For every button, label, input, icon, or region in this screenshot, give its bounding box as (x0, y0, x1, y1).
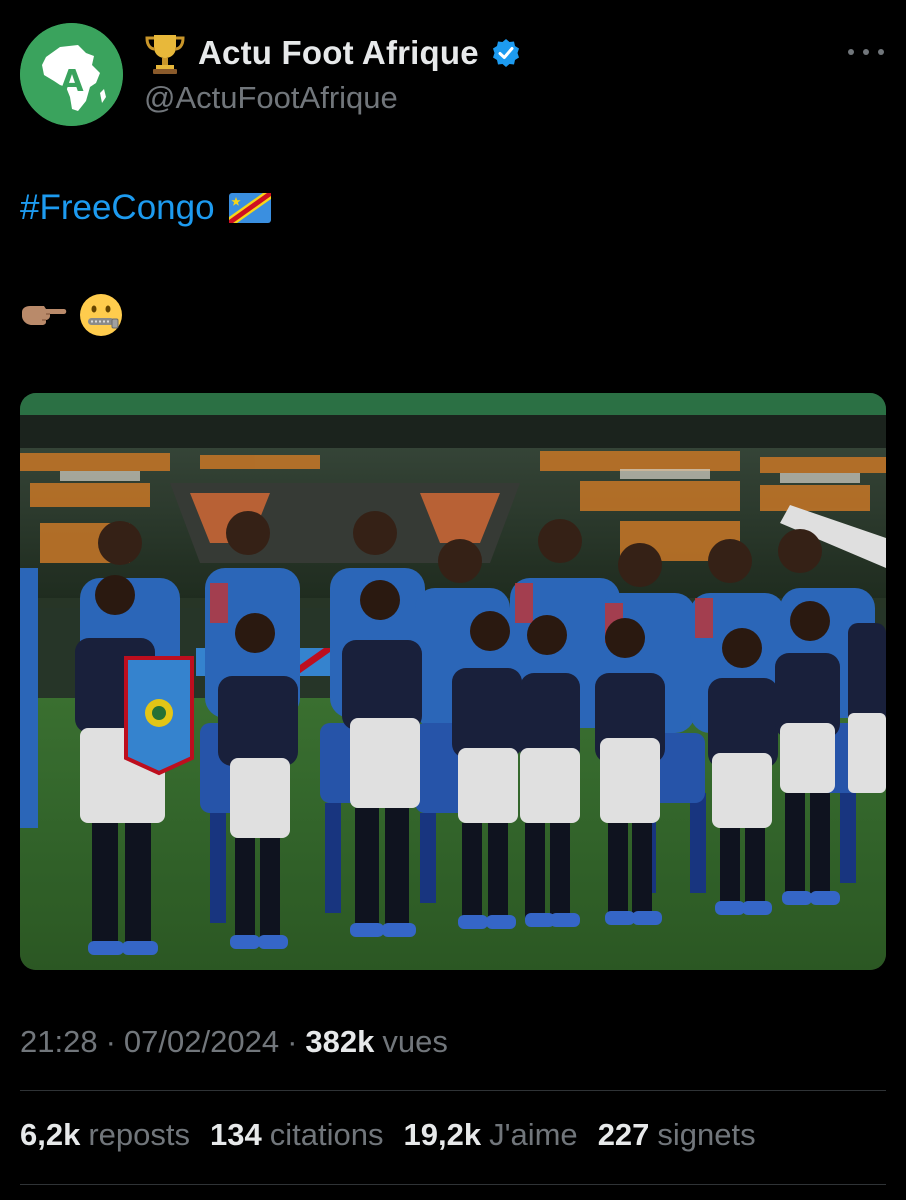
photo-drc-team-anthem-icon (20, 393, 886, 970)
likes-label: J'aime (489, 1117, 578, 1152)
divider (20, 1090, 886, 1091)
trophy-icon (145, 35, 185, 74)
drc-flag-icon (228, 193, 271, 223)
more-dot-icon (863, 49, 869, 55)
views-count: 382k (305, 1024, 375, 1059)
likes-stat[interactable]: 19,2k J'aime (403, 1117, 577, 1153)
more-options-button[interactable] (848, 40, 884, 64)
pointing-right-hand-icon (22, 306, 67, 325)
hashtag-link[interactable]: #FreeCongo (20, 188, 215, 228)
bookmarks-label: signets (657, 1117, 756, 1152)
zipper-mouth-face-icon (80, 294, 122, 336)
post-text-line-2 (20, 292, 124, 338)
post-text-line-1: #FreeCongo (20, 188, 271, 228)
post-stats: 6,2k reposts 134 citations 19,2k J'aime … (20, 1117, 756, 1153)
meta-separator: · (105, 1024, 116, 1059)
author-display-name[interactable]: Actu Foot Afrique (198, 34, 479, 72)
author-name-row[interactable]: Actu Foot Afrique (144, 30, 521, 76)
verified-badge-icon (492, 39, 519, 67)
reposts-stat[interactable]: 6,2k reposts (20, 1117, 190, 1153)
africa-map-logo-icon: A (20, 23, 123, 126)
post-time[interactable]: 21:28 (20, 1024, 98, 1060)
post-media-photo[interactable] (20, 393, 886, 970)
post-date[interactable]: 07/02/2024 (124, 1024, 279, 1060)
more-dot-icon (848, 49, 854, 55)
svg-text:A: A (60, 64, 84, 99)
quotes-count: 134 (210, 1117, 262, 1152)
post-detail: A Actu Foot Afrique @ActuFootAfrique #Fr… (0, 0, 906, 1200)
post-meta: 21:28 · 07/02/2024 · 382k vues (20, 1024, 448, 1060)
views-label: vues (382, 1024, 448, 1059)
quotes-label: citations (269, 1117, 384, 1152)
reposts-label: reposts (88, 1117, 191, 1152)
more-dot-icon (878, 49, 884, 55)
quotes-stat[interactable]: 134 citations (210, 1117, 383, 1153)
meta-separator: · (287, 1024, 298, 1059)
avatar[interactable]: A (20, 23, 123, 126)
likes-count: 19,2k (403, 1117, 482, 1152)
bookmarks-stat[interactable]: 227 signets (598, 1117, 756, 1153)
divider (20, 1184, 886, 1185)
author-handle[interactable]: @ActuFootAfrique (144, 80, 398, 116)
bookmarks-count: 227 (597, 1117, 650, 1152)
reposts-count: 6,2k (20, 1117, 81, 1152)
